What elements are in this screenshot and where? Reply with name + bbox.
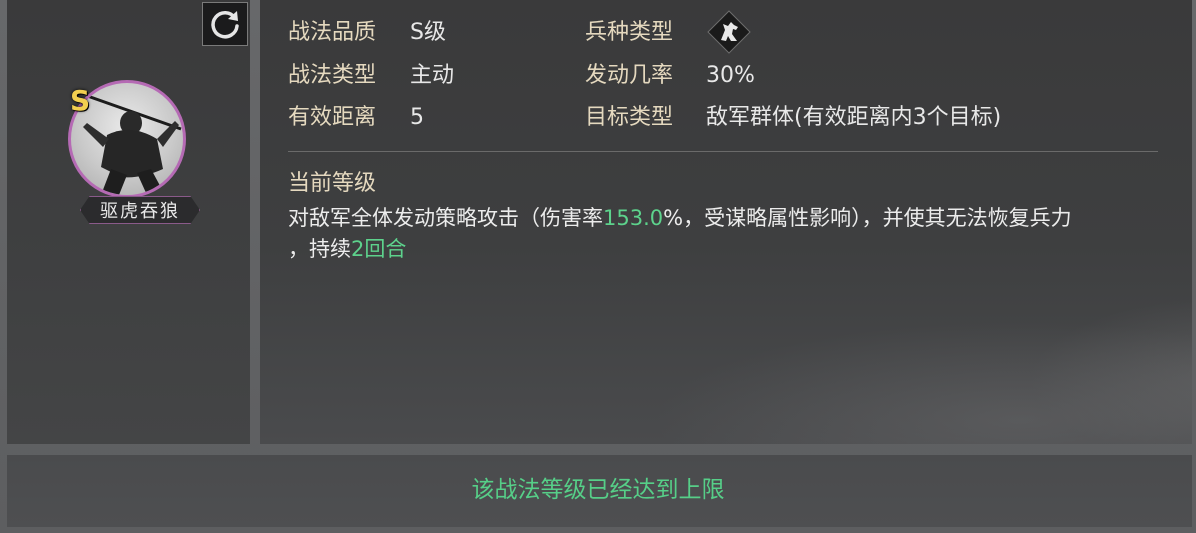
skill-name: 驱虎吞狼 [100, 201, 180, 222]
skill-icon[interactable]: S 驱虎吞狼 [60, 80, 200, 230]
trigger-rate-label: 发动几率 [585, 63, 674, 88]
skill-description: 对敌军全体发动策略攻击（伤害率153.0%，受谋略属性影响），并使其无法恢复兵力… [288, 203, 1188, 265]
duration-value: 2回合 [351, 237, 407, 261]
description-part-1: 对敌军全体发动策略攻击（伤害率 [288, 206, 603, 230]
troop-type-label: 兵种类型 [585, 20, 674, 45]
range-label: 有效距离 [288, 105, 377, 130]
target-type-label: 目标类型 [585, 105, 674, 130]
quality-value: S级 [410, 20, 446, 45]
quality-label: 战法品质 [288, 20, 377, 45]
skill-type-value: 主动 [410, 63, 455, 88]
skill-type-label: 战法类型 [288, 63, 377, 88]
damage-rate-value: 153.0 [603, 206, 664, 230]
description-part-2: %，受谋略属性影响），并使其无法恢复兵力 [663, 206, 1072, 230]
section-divider [288, 151, 1158, 152]
current-level-title: 当前等级 [288, 171, 377, 196]
horse-cavalry-icon [707, 10, 751, 54]
max-level-message: 该战法等级已经达到上限 [471, 477, 725, 503]
trigger-rate-value: 30% [706, 63, 755, 88]
range-value: 5 [410, 105, 424, 130]
skill-name-plate: 驱虎吞狼 [80, 196, 200, 224]
description-part-3: ，持续 [288, 237, 351, 261]
refresh-button[interactable] [202, 2, 248, 46]
refresh-icon [211, 10, 239, 39]
target-type-value: 敌军群体(有效距离内3个目标) [706, 105, 1002, 130]
skill-grade-letter: S [70, 84, 91, 117]
